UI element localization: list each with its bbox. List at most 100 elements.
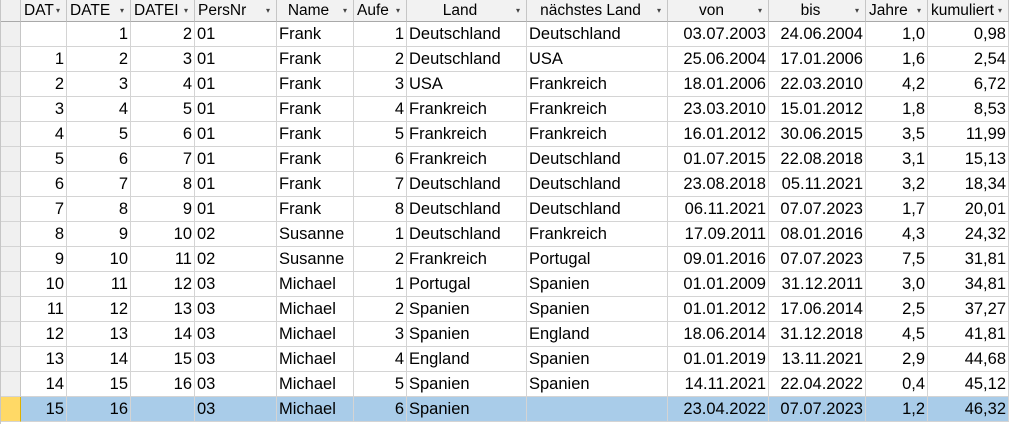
table-cell[interactable]: Spanien bbox=[527, 372, 668, 397]
table-cell[interactable]: 4,5 bbox=[866, 322, 928, 347]
column-header[interactable]: Land ▾ bbox=[407, 0, 527, 22]
table-cell[interactable]: 6 bbox=[67, 147, 131, 172]
table-cell[interactable]: Deutschland bbox=[407, 22, 527, 47]
table-cell[interactable]: Frankreich bbox=[407, 147, 527, 172]
table-cell[interactable]: 1 bbox=[67, 22, 131, 47]
table-cell[interactable]: 17.09.2011 bbox=[668, 222, 769, 247]
table-cell[interactable]: Frank bbox=[277, 197, 354, 222]
table-cell[interactable]: 10 bbox=[131, 222, 195, 247]
record-selector[interactable] bbox=[1, 147, 21, 172]
table-cell[interactable]: Deutschland bbox=[407, 197, 527, 222]
record-selector[interactable] bbox=[1, 97, 21, 122]
table-cell[interactable]: 41,81 bbox=[928, 322, 1009, 347]
table-cell[interactable]: 14 bbox=[21, 372, 67, 397]
table-cell[interactable]: 6,72 bbox=[928, 72, 1009, 97]
table-cell[interactable]: 1 bbox=[354, 222, 407, 247]
column-header[interactable]: PersNr ▾ bbox=[195, 0, 277, 22]
record-selector[interactable] bbox=[1, 272, 21, 297]
column-header[interactable]: von ▾ bbox=[668, 0, 769, 22]
table-cell[interactable]: 22.08.2018 bbox=[769, 147, 866, 172]
record-selector[interactable] bbox=[1, 247, 21, 272]
table-cell[interactable]: 07.07.2023 bbox=[769, 397, 866, 422]
table-cell[interactable]: 3,5 bbox=[866, 122, 928, 147]
table-cell[interactable]: Michael bbox=[277, 372, 354, 397]
table-cell[interactable]: 13 bbox=[131, 297, 195, 322]
table-cell[interactable]: 01 bbox=[195, 122, 277, 147]
table-cell[interactable]: 15,13 bbox=[928, 147, 1009, 172]
dropdown-arrow-icon[interactable]: ▾ bbox=[53, 0, 63, 21]
table-cell[interactable]: 2 bbox=[67, 47, 131, 72]
record-selector[interactable] bbox=[1, 122, 21, 147]
table-cell[interactable]: Frankreich bbox=[527, 222, 668, 247]
table-cell[interactable]: 15 bbox=[131, 347, 195, 372]
table-cell[interactable]: 4 bbox=[21, 122, 67, 147]
table-cell[interactable]: 13 bbox=[21, 347, 67, 372]
table-cell[interactable]: 03 bbox=[195, 397, 277, 422]
table-cell[interactable]: 1 bbox=[21, 47, 67, 72]
table-cell[interactable]: 25.06.2004 bbox=[668, 47, 769, 72]
table-cell[interactable]: Susanne bbox=[277, 247, 354, 272]
dropdown-arrow-icon[interactable]: ▾ bbox=[914, 0, 924, 21]
table-cell[interactable]: Frank bbox=[277, 72, 354, 97]
column-header[interactable]: Aufe ▾ bbox=[354, 0, 407, 22]
table-cell[interactable]: 11,99 bbox=[928, 122, 1009, 147]
table-cell[interactable]: 7 bbox=[67, 172, 131, 197]
table-cell[interactable]: Michael bbox=[277, 397, 354, 422]
table-cell[interactable]: 23.03.2010 bbox=[668, 97, 769, 122]
table-cell[interactable]: 01 bbox=[195, 72, 277, 97]
table-cell[interactable]: Deutschland bbox=[527, 172, 668, 197]
table-cell[interactable]: 13 bbox=[67, 322, 131, 347]
table-cell[interactable]: 03 bbox=[195, 347, 277, 372]
table-cell[interactable]: England bbox=[407, 347, 527, 372]
table-cell[interactable]: 9 bbox=[21, 247, 67, 272]
table-cell[interactable]: Frankreich bbox=[407, 122, 527, 147]
table-cell[interactable]: 0,4 bbox=[866, 372, 928, 397]
table-cell[interactable]: 1 bbox=[354, 272, 407, 297]
table-cell[interactable]: 8 bbox=[67, 197, 131, 222]
table-cell[interactable]: Deutschland bbox=[527, 197, 668, 222]
table-cell[interactable]: 5 bbox=[21, 147, 67, 172]
table-cell[interactable]: 11 bbox=[67, 272, 131, 297]
table-cell[interactable]: 23.04.2022 bbox=[668, 397, 769, 422]
table-cell[interactable]: Frank bbox=[277, 147, 354, 172]
table-cell[interactable]: Spanien bbox=[407, 322, 527, 347]
table-cell[interactable]: Frank bbox=[277, 47, 354, 72]
table-cell[interactable]: Portugal bbox=[527, 247, 668, 272]
table-cell[interactable]: Frankreich bbox=[407, 247, 527, 272]
table-cell[interactable]: Spanien bbox=[527, 347, 668, 372]
table-cell[interactable]: 4 bbox=[354, 97, 407, 122]
table-cell[interactable]: Deutschland bbox=[407, 172, 527, 197]
table-cell[interactable]: 1 bbox=[354, 22, 407, 47]
table-cell[interactable]: 01.01.2019 bbox=[668, 347, 769, 372]
dropdown-arrow-icon[interactable]: ▾ bbox=[393, 0, 403, 21]
table-cell[interactable]: 2 bbox=[131, 22, 195, 47]
table-cell[interactable]: 2 bbox=[21, 72, 67, 97]
table-cell[interactable]: 9 bbox=[131, 197, 195, 222]
table-cell[interactable]: 31.12.2018 bbox=[769, 322, 866, 347]
table-cell[interactable]: 01.01.2009 bbox=[668, 272, 769, 297]
table-cell[interactable]: 10 bbox=[21, 272, 67, 297]
table-cell[interactable]: Michael bbox=[277, 272, 354, 297]
table-cell[interactable]: 15 bbox=[21, 397, 67, 422]
column-header[interactable]: DATE ▾ bbox=[67, 0, 131, 22]
table-cell[interactable]: 37,27 bbox=[928, 297, 1009, 322]
table-cell[interactable]: 18.01.2006 bbox=[668, 72, 769, 97]
table-cell[interactable]: 31,81 bbox=[928, 247, 1009, 272]
dropdown-arrow-icon[interactable]: ▾ bbox=[654, 0, 664, 21]
dropdown-arrow-icon[interactable]: ▾ bbox=[852, 0, 862, 21]
table-cell[interactable]: Michael bbox=[277, 322, 354, 347]
table-cell[interactable]: Frankreich bbox=[527, 72, 668, 97]
dropdown-arrow-icon[interactable]: ▾ bbox=[263, 0, 273, 21]
table-cell[interactable]: 24,32 bbox=[928, 222, 1009, 247]
table-cell[interactable]: 13.11.2021 bbox=[769, 347, 866, 372]
dropdown-arrow-icon[interactable]: ▾ bbox=[995, 0, 1005, 21]
table-cell[interactable]: 16 bbox=[131, 372, 195, 397]
record-selector[interactable] bbox=[1, 222, 21, 247]
table-cell[interactable]: 07.07.2023 bbox=[769, 247, 866, 272]
table-cell[interactable]: 5 bbox=[67, 122, 131, 147]
table-cell[interactable]: 5 bbox=[131, 97, 195, 122]
table-cell[interactable]: 3,2 bbox=[866, 172, 928, 197]
table-cell[interactable]: Frank bbox=[277, 172, 354, 197]
select-all-corner[interactable] bbox=[1, 0, 21, 22]
table-cell[interactable]: 18,34 bbox=[928, 172, 1009, 197]
